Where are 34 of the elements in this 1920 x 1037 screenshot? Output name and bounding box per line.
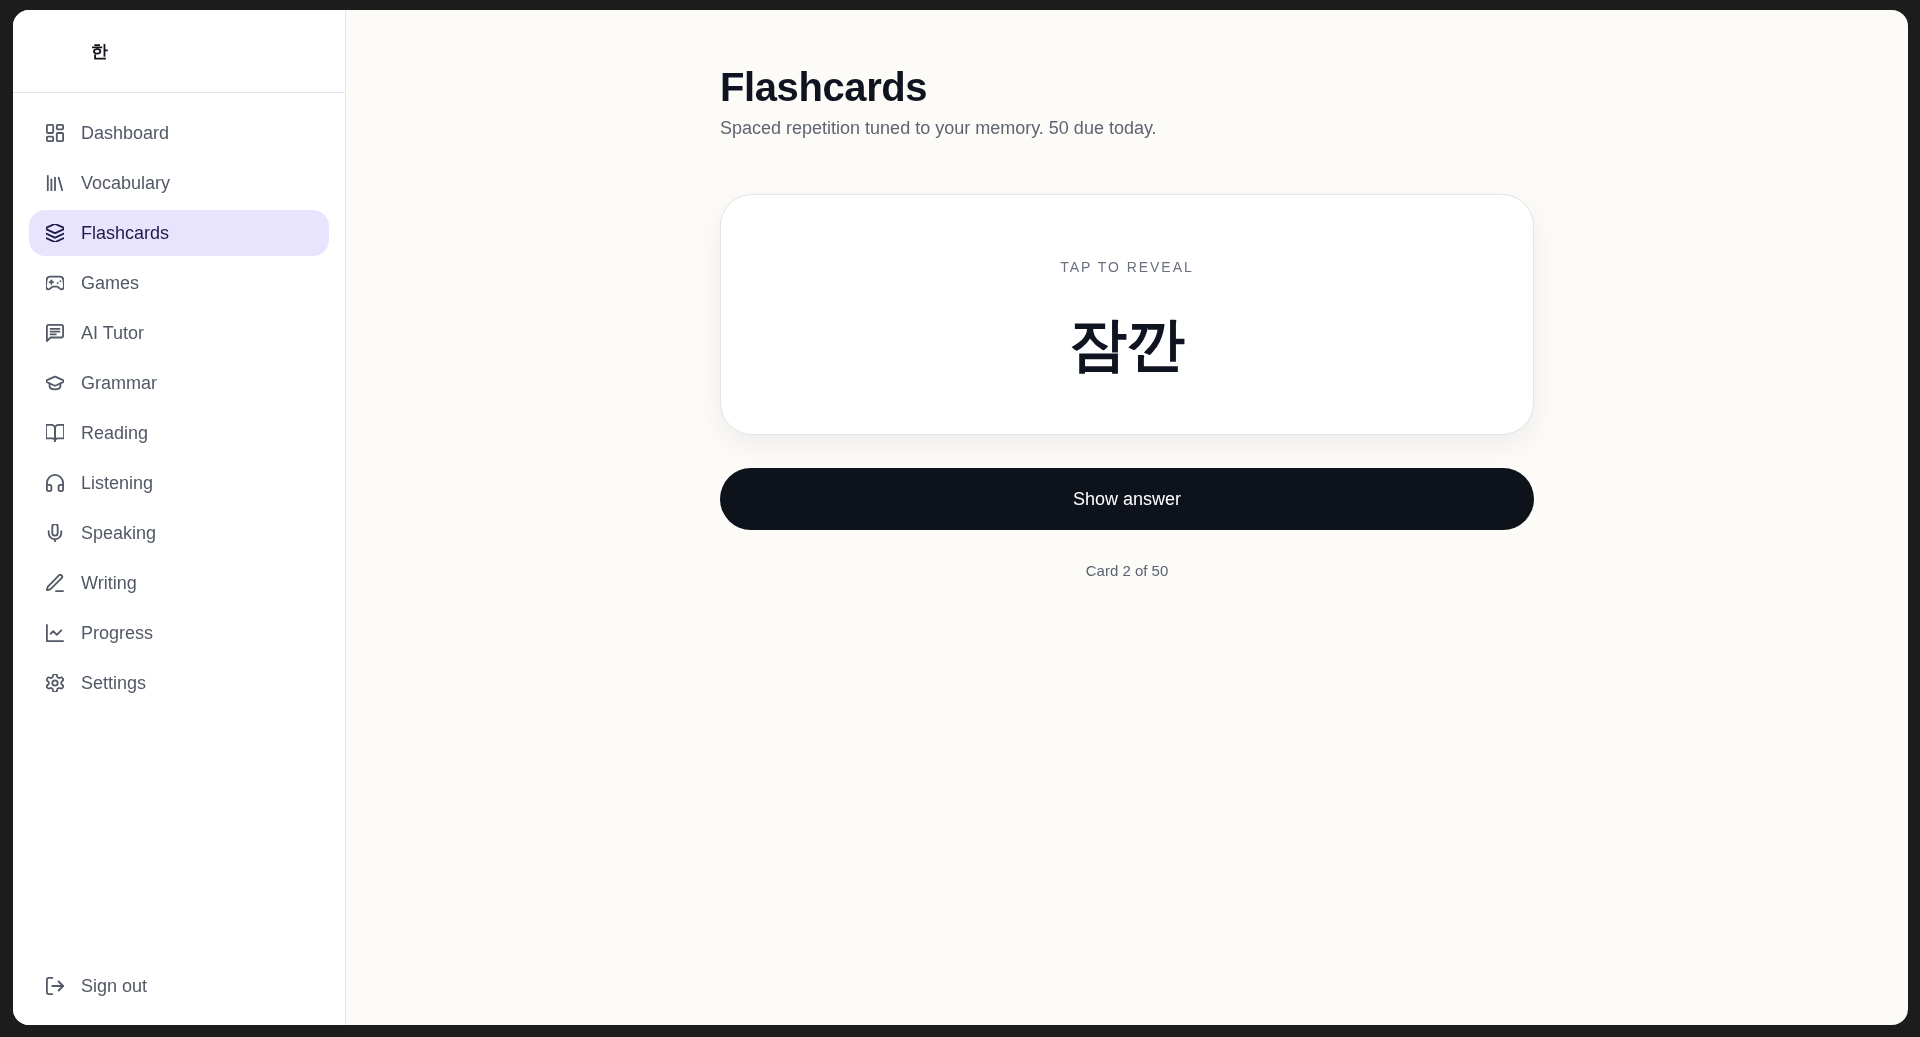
nav-item[interactable]: Speaking <box>29 510 329 556</box>
nav-item[interactable]: Vocabulary <box>29 160 329 206</box>
gamepad-icon <box>46 274 64 292</box>
nav-item[interactable]: Settings <box>29 660 329 706</box>
flashcard[interactable]: TAP TO REVEAL 잠깐 <box>720 194 1534 435</box>
books-icon <box>46 174 64 192</box>
nav-item[interactable]: Games <box>29 260 329 306</box>
page-subtitle: Spaced repetition tuned to your memory. 50 due today. <box>720 117 1157 140</box>
reveal-hint: TAP TO REVEAL <box>1060 258 1194 277</box>
nav-item[interactable]: Grammar <box>29 360 329 406</box>
flashcard-word: 잠깐 <box>1069 310 1185 378</box>
line-chart-icon <box>46 624 64 642</box>
grid-icon <box>46 124 64 142</box>
nav-item[interactable]: Writing <box>29 560 329 606</box>
nav-item[interactable]: Flashcards <box>29 210 329 256</box>
layers-icon <box>46 224 64 242</box>
headphones-icon <box>46 474 64 492</box>
nav-item[interactable]: Dashboard <box>29 110 329 156</box>
show-answer-button[interactable]: Show answer <box>720 468 1534 530</box>
settings-icon <box>46 674 64 692</box>
nav-item[interactable]: Progress <box>29 610 329 656</box>
nav-item[interactable]: AI Tutor <box>29 310 329 356</box>
page-title: Flashcards <box>720 64 928 111</box>
chat-icon <box>46 324 64 342</box>
sign-out-icon <box>46 977 64 995</box>
nav-item[interactable]: Listening <box>29 460 329 506</box>
graduation-cap-icon <box>46 374 64 392</box>
card-counter: Card 2 of 50 <box>1085 561 1169 581</box>
book-icon <box>46 424 64 442</box>
pencil-icon <box>46 574 64 592</box>
nav-item[interactable]: Reading <box>29 410 329 456</box>
sign-out-button[interactable]: Sign out <box>29 963 329 1009</box>
microphone-icon <box>46 524 64 542</box>
app-logo: 한 <box>91 40 108 63</box>
